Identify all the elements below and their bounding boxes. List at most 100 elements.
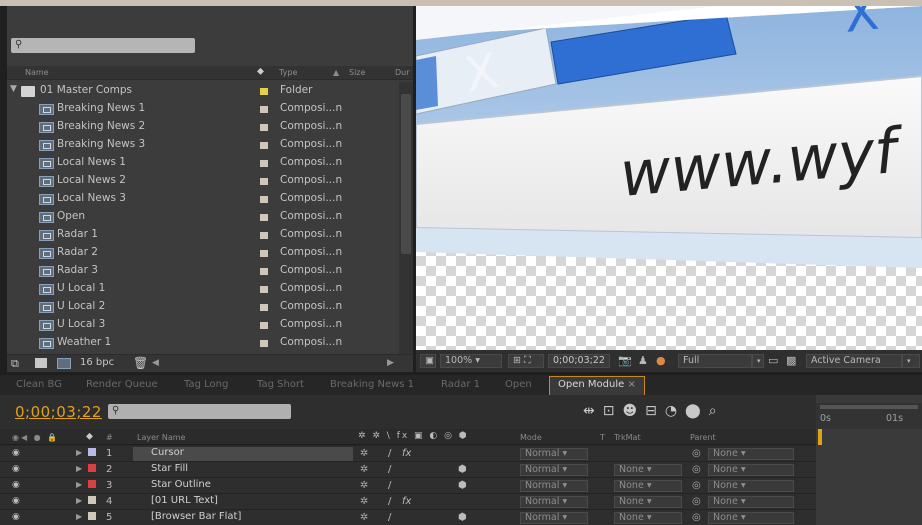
layer-label-swatch[interactable] xyxy=(88,480,96,488)
parent-dropdown[interactable]: None ▾ xyxy=(708,464,794,476)
project-item[interactable]: Open Composi...n xyxy=(7,208,399,226)
layer-row[interactable]: ◉ ▶ 2 Star Fill ✲ / ⬢ Normal ▾ None ▾ ◎ None ▾ xyxy=(0,462,816,478)
layer-row[interactable]: ◉ ▶ 4 [01 URL Text] ✲ / fx Normal ▾ None ▾ ◎ None … xyxy=(0,494,816,510)
layer-name[interactable]: [01 URL Text] xyxy=(133,495,353,509)
mode-dropdown[interactable]: Normal ▾ xyxy=(520,480,588,492)
label-swatch[interactable] xyxy=(260,214,268,221)
twirl-triangle-icon[interactable]: ▶ xyxy=(76,448,82,457)
fx-switch-icon[interactable]: fx xyxy=(402,496,411,507)
project-item[interactable]: Radar 1 Composi...n xyxy=(7,226,399,244)
project-item[interactable]: Weather 1 Composi...n xyxy=(7,334,399,352)
parent-dropdown[interactable]: None ▾ xyxy=(708,480,794,492)
timeline-search-input[interactable]: ⚲ xyxy=(108,404,291,419)
mode-dropdown[interactable]: Normal ▾ xyxy=(520,512,588,524)
tab-tag-long[interactable]: Tag Long xyxy=(184,379,228,390)
twirl-triangle-icon[interactable]: ▶ xyxy=(76,496,82,505)
layer-label-swatch[interactable] xyxy=(88,496,96,504)
visibility-eye-icon[interactable]: ◉ xyxy=(12,512,20,522)
camera-arrow-icon[interactable]: ▾ xyxy=(902,354,920,368)
zoom-dropdown[interactable]: 100% ▾ xyxy=(440,354,502,368)
visibility-eye-icon[interactable]: ◉ xyxy=(12,448,20,458)
frame-blend-icon[interactable]: ⊟ xyxy=(645,403,665,419)
label-swatch[interactable] xyxy=(260,286,268,293)
project-search-input[interactable]: ⚲ xyxy=(11,38,195,53)
pick-whip-icon[interactable]: ◎ xyxy=(692,512,701,523)
tab-open[interactable]: Open xyxy=(505,379,532,390)
tab-open-module[interactable]: Open Module × xyxy=(549,376,645,395)
layer-label-swatch[interactable] xyxy=(88,448,96,456)
time-ruler[interactable]: 0s 01s xyxy=(816,395,922,525)
resolution-dropdown[interactable]: Full xyxy=(678,354,752,368)
project-item[interactable]: Radar 2 Composi...n xyxy=(7,244,399,262)
quality-switch-icon[interactable]: / xyxy=(388,448,391,459)
layer-row[interactable]: ◉ ▶ 3 Star Outline ✲ / ⬢ Normal ▾ None ▾ ◎ None ▾ xyxy=(0,478,816,494)
close-tab-icon[interactable]: × xyxy=(627,379,635,390)
shy-switch-icon[interactable]: ✲ xyxy=(360,480,368,491)
tab-breaking-news-1[interactable]: Breaking News 1 xyxy=(330,379,414,390)
twirl-triangle-icon[interactable]: ▶ xyxy=(76,512,82,521)
pick-whip-icon[interactable]: ◎ xyxy=(692,496,701,507)
composition-viewer[interactable]: X X www.wyf xyxy=(416,6,922,350)
label-column-tag-icon[interactable]: ⬥ xyxy=(257,66,264,77)
scrollbar-thumb[interactable] xyxy=(401,94,411,254)
project-item[interactable]: Local News 2 Composi...n xyxy=(7,172,399,190)
project-item[interactable]: U Local 3 Composi...n xyxy=(7,316,399,334)
column-type[interactable]: Type xyxy=(279,68,297,77)
project-item[interactable]: Breaking News 3 Composi...n xyxy=(7,136,399,154)
scroll-right-icon[interactable]: ▶ xyxy=(387,358,394,368)
3d-layer-icon[interactable]: ⬢ xyxy=(458,512,467,523)
trkmat-dropdown[interactable]: None ▾ xyxy=(614,496,682,508)
layer-name-column[interactable]: Layer Name xyxy=(137,433,185,442)
quality-switch-icon[interactable]: / xyxy=(388,464,391,475)
parent-dropdown[interactable]: None ▾ xyxy=(708,448,794,460)
interpret-footage-icon[interactable]: ⧉ xyxy=(11,357,19,371)
tab-tag-short[interactable]: Tag Short xyxy=(257,379,304,390)
trkmat-dropdown[interactable]: None ▾ xyxy=(614,480,682,492)
layer-row[interactable]: ◉ ▶ 5 [Browser Bar Flat] ✲ / ⬢ Normal ▾ None ▾ ◎ N… xyxy=(0,510,816,525)
pick-whip-icon[interactable]: ◎ xyxy=(692,464,701,475)
label-swatch[interactable] xyxy=(260,106,268,113)
new-folder-icon[interactable] xyxy=(35,358,47,368)
scroll-left-icon[interactable]: ◀ xyxy=(152,358,159,368)
project-item[interactable]: Breaking News 1 Composi...n xyxy=(7,100,399,118)
trkmat-column[interactable]: TrkMat xyxy=(614,433,641,442)
parent-column[interactable]: Parent xyxy=(690,433,716,442)
label-swatch[interactable] xyxy=(260,268,268,275)
fx-switch-icon[interactable]: fx xyxy=(402,448,411,459)
trash-icon[interactable]: 🗑 xyxy=(133,356,148,370)
tab-radar-1[interactable]: Radar 1 xyxy=(441,379,480,390)
label-swatch[interactable] xyxy=(260,196,268,203)
snapshot-icon[interactable]: 📷 xyxy=(618,354,632,367)
twirl-triangle-icon[interactable]: ▶ xyxy=(76,480,82,489)
project-item[interactable]: Radar 3 Composi...n xyxy=(7,262,399,280)
region-icon[interactable]: ▣ xyxy=(420,354,436,368)
tab-render-queue[interactable]: Render Queue xyxy=(86,379,158,390)
quality-switch-icon[interactable]: / xyxy=(388,480,391,491)
roi-icon[interactable]: ▭ xyxy=(768,354,778,367)
resolution-arrow-icon[interactable]: ▾ xyxy=(752,354,764,368)
layer-name[interactable]: [Browser Bar Flat] xyxy=(133,511,353,525)
label-swatch[interactable] xyxy=(260,160,268,167)
tab-clean-bg[interactable]: Clean BG xyxy=(16,379,62,390)
layer-label-swatch[interactable] xyxy=(88,464,96,472)
trkmat-dropdown[interactable]: None ▾ xyxy=(614,512,682,524)
comp-mini-flowchart-icon[interactable]: ⇹ xyxy=(583,403,603,419)
project-item[interactable]: Local News 3 Composi...n xyxy=(7,190,399,208)
show-snapshot-icon[interactable]: ♟ xyxy=(638,354,648,367)
mode-dropdown[interactable]: Normal ▾ xyxy=(520,448,588,460)
visibility-eye-icon[interactable]: ◉ xyxy=(12,464,20,474)
parent-dropdown[interactable]: None ▾ xyxy=(708,512,794,524)
pick-whip-icon[interactable]: ◎ xyxy=(692,480,701,491)
mode-dropdown[interactable]: Normal ▾ xyxy=(520,464,588,476)
camera-dropdown[interactable]: Active Camera xyxy=(806,354,902,368)
column-name[interactable]: Name xyxy=(25,68,49,77)
project-scrollbar[interactable] xyxy=(399,82,413,354)
draft-3d-icon[interactable]: ⊡ xyxy=(603,403,623,419)
motion-blur-icon[interactable]: ◔ xyxy=(665,403,685,419)
layer-name[interactable]: Star Outline xyxy=(133,479,353,493)
parent-dropdown[interactable]: None ▾ xyxy=(708,496,794,508)
channel-icon[interactable]: ● xyxy=(656,354,666,367)
column-size[interactable]: Size xyxy=(349,68,365,77)
3d-layer-icon[interactable]: ⬢ xyxy=(458,480,467,491)
grid-icon[interactable]: ⊞ ⛶ xyxy=(508,354,544,368)
